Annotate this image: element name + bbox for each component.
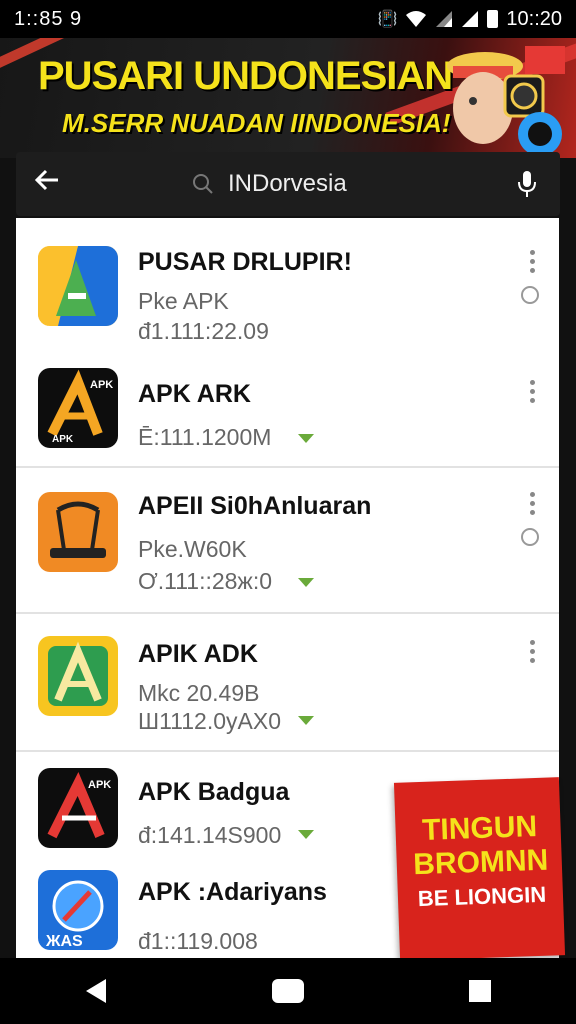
banner-title: PUSARI UNDONESIAN: [38, 54, 453, 98]
more-options-icon[interactable]: [527, 250, 537, 273]
vibrate-icon: 📳: [377, 11, 398, 28]
apk-small-label: APK: [90, 379, 113, 391]
status-left-text: 1::85 9: [14, 7, 83, 30]
recents-icon: [469, 980, 491, 1002]
navigation-bar: [0, 958, 576, 1024]
status-bar: 1::85 9 📳 10::20: [0, 0, 576, 38]
home-icon: [272, 979, 304, 1003]
app-version: đ1.111:22.09: [138, 318, 269, 344]
app-type: Μkc 20.49Β: [138, 680, 260, 706]
app-name: APK ARK: [138, 380, 251, 408]
back-button[interactable]: [34, 167, 74, 201]
list-item[interactable]: APK APK APK ARK Ē:111.1200Μ: [16, 348, 559, 468]
app-version: đ:141.14S900: [138, 822, 282, 848]
app-name: PUSAR DRLUPIR!: [138, 248, 352, 276]
app-name: APK :Adariyans: [138, 878, 327, 906]
app-icon-1: [38, 246, 118, 326]
info-icon: [521, 528, 539, 546]
app-version: Ē:111.1200Μ: [138, 424, 272, 450]
signal-icon: [436, 11, 453, 27]
promo-text: TINGUN BROMNN BE LIONGIN: [409, 810, 552, 917]
search-icon: [193, 174, 213, 194]
app-version: Ơ.111::28ж:0: [138, 568, 273, 594]
app-type: Pke.W60K: [138, 536, 247, 562]
promo-banner[interactable]: PUSARI UNDONESIAN M.SERR NUADAN IINDONES…: [0, 38, 576, 158]
mic-icon: [518, 171, 536, 197]
expand-arrow-icon[interactable]: [298, 830, 314, 839]
nav-home-button[interactable]: [258, 966, 318, 1016]
expand-arrow-icon[interactable]: [298, 716, 314, 725]
mic-button[interactable]: [512, 169, 542, 199]
app-icon-6: ЖAS: [38, 870, 118, 950]
expand-arrow-icon[interactable]: [298, 578, 314, 587]
nav-recents-button[interactable]: [450, 966, 510, 1016]
search-input[interactable]: [226, 169, 450, 199]
app-name: APK Badgua: [138, 778, 290, 806]
app-icon-2: APK APK: [38, 368, 118, 448]
status-time: 10::20: [506, 7, 562, 30]
banner-subtitle: M.SERR NUADAN IINDONESIA!: [62, 108, 451, 138]
promo-badge[interactable]: TINGUN BROMNN BE LIONGIN: [393, 777, 566, 961]
wifi-icon: [406, 11, 427, 27]
status-icons: 📳 10::20: [377, 8, 562, 31]
search-field[interactable]: [192, 169, 512, 199]
app-type: Pke APK: [138, 288, 229, 314]
app-icon-4: [38, 636, 118, 716]
signal-icon-2: [462, 11, 479, 27]
app-version: đ1::119.008: [138, 928, 258, 954]
as-label: ЖAS: [45, 933, 83, 950]
more-options-icon[interactable]: [527, 492, 537, 515]
apk-small-label-3: APK: [88, 779, 111, 791]
search-bar: [16, 152, 560, 216]
app-name: APEII Si0hAnluaran: [138, 492, 372, 520]
list-item[interactable]: PUSAR DRLUPIR! Pke APK đ1.111:22.09: [16, 218, 559, 348]
mascot-illustration: [447, 46, 565, 156]
promo-line-2: BROMNN: [412, 843, 549, 882]
more-options-icon[interactable]: [527, 380, 537, 403]
app-icon-3: [38, 492, 118, 572]
list-item[interactable]: APIK ADK Μkc 20.49Β Ш1112.0уАХ0: [16, 614, 559, 752]
info-icon: [521, 286, 539, 304]
more-options-icon[interactable]: [527, 640, 537, 663]
back-arrow-icon: [34, 169, 58, 191]
promo-line-3: BE LIONGIN: [417, 881, 547, 912]
app-name: APIK ADK: [138, 640, 258, 668]
list-item[interactable]: APEII Si0hAnluaran Pke.W60K Ơ.111::28ж:0: [16, 468, 559, 614]
expand-arrow-icon[interactable]: [298, 434, 314, 443]
back-triangle-icon: [86, 979, 106, 1003]
battery-icon: [487, 10, 499, 28]
app-icon-5: APK: [38, 768, 118, 848]
promo-line-1: TINGUN: [421, 809, 538, 847]
apk-small-label-2: APK: [52, 434, 74, 445]
app-version: Ш1112.0уАХ0: [138, 708, 281, 734]
nav-back-button[interactable]: [66, 966, 126, 1016]
